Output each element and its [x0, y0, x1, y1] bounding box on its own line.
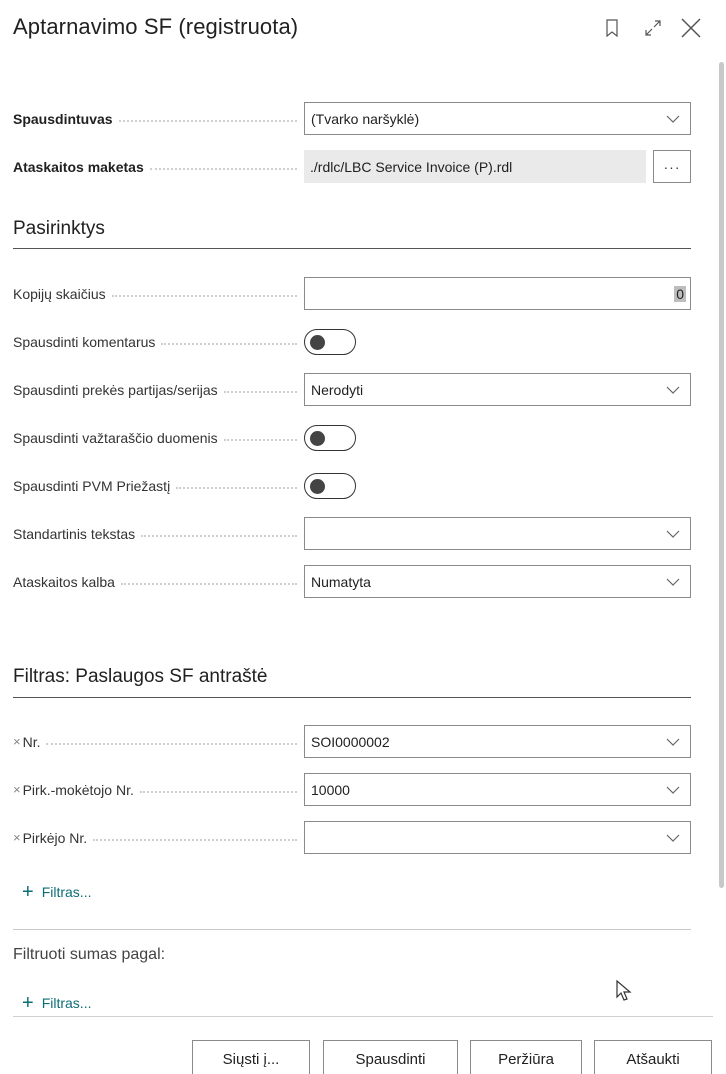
divider — [13, 929, 691, 930]
print-vat-label: Spausdinti PVM Priežastį — [13, 477, 171, 494]
chevron-down-icon — [666, 575, 680, 589]
report-language-row: Ataskaitos kalba Numatyta — [13, 565, 691, 598]
filter-value-select[interactable]: 10000 — [304, 773, 691, 806]
print-shipment-row: Spausdinti važtaraščio duomenis — [13, 421, 691, 454]
filter-label: Nr. — [22, 733, 41, 750]
print-comments-label: Spausdinti komentarus — [13, 333, 156, 350]
add-filter-link[interactable]: + Filtras... — [22, 882, 91, 902]
filter-totals-title: Filtruoti sumas pagal: — [13, 946, 166, 963]
chevron-down-icon — [666, 735, 680, 749]
report-layout-label: Ataskaitos maketas — [13, 158, 144, 175]
scrollbar[interactable] — [719, 62, 724, 888]
footer-divider — [13, 1016, 713, 1017]
preview-button[interactable]: Peržiūra — [470, 1040, 582, 1074]
print-lots-label: Spausdinti prekės partijas/serijas — [13, 381, 218, 398]
cancel-button[interactable]: Atšaukti — [594, 1040, 712, 1074]
report-layout-lookup-button[interactable]: ··· — [653, 150, 691, 183]
print-vat-row: Spausdinti PVM Priežastį — [13, 469, 691, 502]
send-to-button[interactable]: Siųsti į... — [192, 1040, 310, 1074]
report-request-dialog: Aptarnavimo SF (registruota) Spausdintuv… — [0, 0, 726, 1074]
section-divider — [13, 248, 691, 249]
print-comments-row: Spausdinti komentarus — [13, 325, 691, 358]
close-icon[interactable] — [677, 14, 705, 42]
copies-input[interactable]: 0 — [304, 277, 691, 310]
remove-filter-icon[interactable]: × — [13, 782, 21, 797]
printer-label: Spausdintuvas — [13, 110, 113, 127]
standard-text-select[interactable] — [304, 517, 691, 550]
printer-select[interactable]: (Tvarko naršyklė) — [304, 102, 691, 135]
plus-icon: + — [22, 881, 34, 903]
filter-value-select[interactable] — [304, 821, 691, 854]
standard-text-label: Standartinis tekstas — [13, 525, 136, 542]
report-language-label: Ataskaitos kalba — [13, 573, 115, 590]
chevron-down-icon — [666, 383, 680, 397]
filter-section-title[interactable]: Filtras: Paslaugos SF antraštė — [13, 666, 268, 688]
report-layout-row: Ataskaitos maketas ./rdlc/LBC Service In… — [13, 150, 691, 183]
filter-label: Pirkėjo Nr. — [22, 829, 88, 846]
print-button[interactable]: Spausdinti — [323, 1040, 458, 1074]
filter-label: Pirk.-mokėtojo Nr. — [22, 781, 134, 798]
report-layout-field: ./rdlc/LBC Service Invoice (P).rdl — [304, 150, 646, 183]
filter-row: × Pirk.-mokėtojo Nr. 10000 — [13, 773, 691, 806]
chevron-down-icon — [666, 831, 680, 845]
print-vat-toggle[interactable] — [304, 473, 356, 499]
chevron-down-icon — [666, 112, 680, 126]
chevron-down-icon — [666, 527, 680, 541]
filter-row: × Nr. SOI0000002 — [13, 725, 691, 758]
bookmark-icon[interactable] — [598, 14, 626, 42]
remove-filter-icon[interactable]: × — [13, 734, 21, 749]
print-shipment-toggle[interactable] — [304, 425, 356, 451]
expand-icon[interactable] — [639, 14, 667, 42]
mouse-pointer-icon — [616, 979, 632, 1007]
plus-icon: + — [22, 992, 34, 1014]
copies-label: Kopijų skaičius — [13, 285, 106, 302]
print-comments-toggle[interactable] — [304, 329, 356, 355]
chevron-down-icon — [666, 783, 680, 797]
print-lots-row: Spausdinti prekės partijas/serijas Nerod… — [13, 373, 691, 406]
add-totals-filter-link[interactable]: + Filtras... — [22, 993, 91, 1013]
report-language-select[interactable]: Numatyta — [304, 565, 691, 598]
copies-row: Kopijų skaičius 0 — [13, 277, 691, 310]
section-divider — [13, 697, 691, 698]
filter-row: × Pirkėjo Nr. — [13, 821, 691, 854]
filter-value-select[interactable]: SOI0000002 — [304, 725, 691, 758]
printer-row: Spausdintuvas (Tvarko naršyklė) — [13, 102, 691, 135]
remove-filter-icon[interactable]: × — [13, 830, 21, 845]
standard-text-row: Standartinis tekstas — [13, 517, 691, 550]
dialog-title: Aptarnavimo SF (registruota) — [13, 14, 299, 39]
print-lots-select[interactable]: Nerodyti — [304, 373, 691, 406]
options-section-title[interactable]: Pasirinktys — [13, 218, 105, 240]
print-shipment-label: Spausdinti važtaraščio duomenis — [13, 429, 218, 446]
